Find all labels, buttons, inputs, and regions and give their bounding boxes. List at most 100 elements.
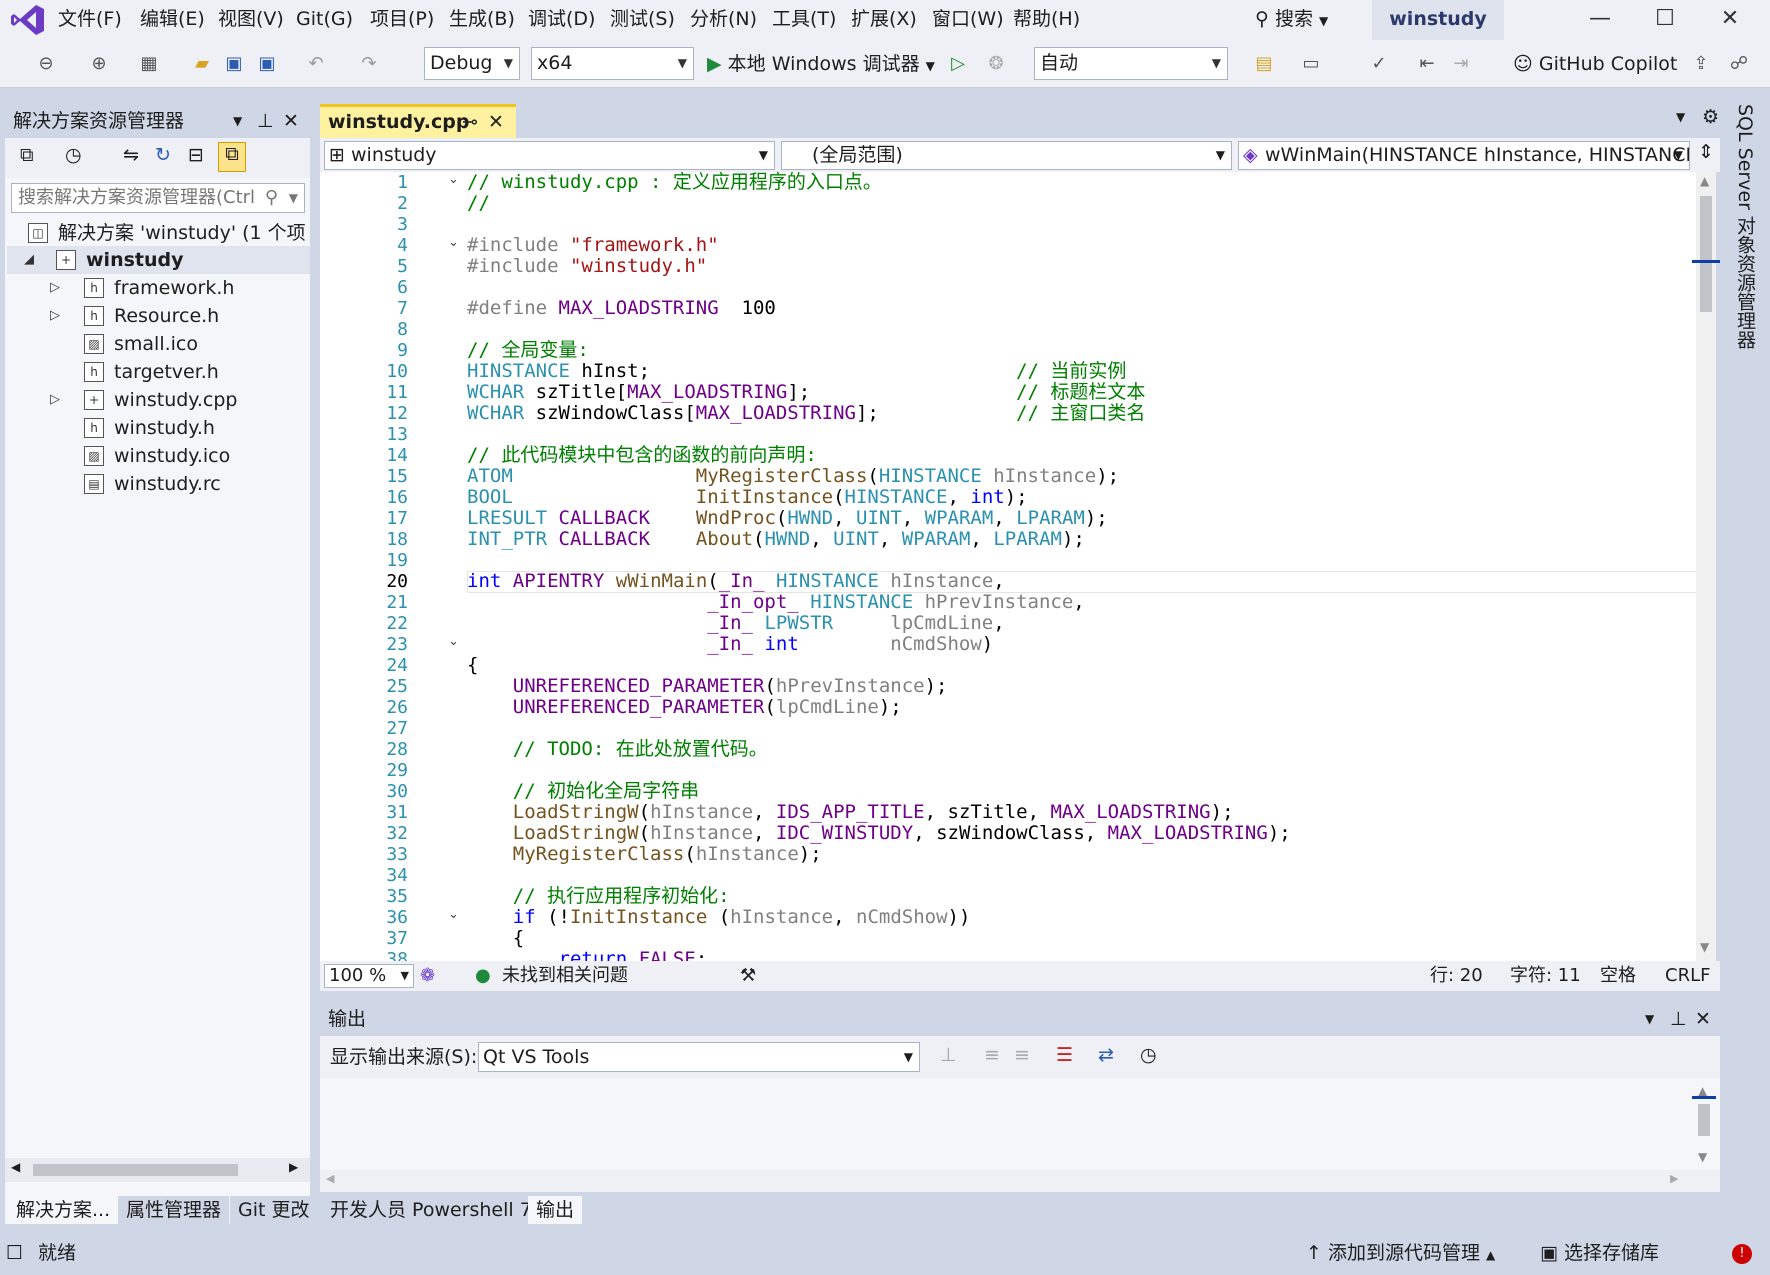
menu-item[interactable]: 分析(N) (682, 0, 765, 40)
fold-collapse-icon[interactable]: ⌄ (448, 235, 459, 250)
zoom-select[interactable]: 100 % ▼ (324, 964, 414, 988)
output-source-select[interactable]: Qt VS Tools ▼ (478, 1042, 920, 1072)
gear-icon[interactable]: ⚙ (1702, 106, 1719, 128)
tree-item[interactable]: ▨ small.ico (80, 330, 198, 358)
sql-server-explorer-tab[interactable]: SQL Server 对象资源管理器 (1732, 104, 1759, 349)
configuration-select[interactable]: Debug ▼ (424, 47, 520, 80)
tree-item[interactable]: ▷ + winstudy.cpp (50, 386, 237, 414)
tree-item[interactable]: ▨ winstudy.ico (80, 442, 230, 470)
tree-item[interactable]: h winstudy.h (80, 414, 215, 442)
tree-item[interactable]: ▷ h Resource.h (50, 302, 219, 330)
notification-icon[interactable]: ☐ (6, 1232, 23, 1275)
solution-bottom-tab[interactable]: Git 更改 (230, 1196, 318, 1224)
fold-collapse-icon[interactable]: ⌄ (448, 907, 459, 922)
chevron-down-icon[interactable]: ▼ (1645, 1002, 1654, 1036)
output-bottom-tab[interactable]: 输出 (528, 1196, 583, 1224)
menu-item[interactable]: 项目(P) (362, 0, 442, 40)
history-icon[interactable]: ◷ (65, 144, 82, 166)
menu-item[interactable]: 文件(F) (50, 0, 130, 40)
scope-nav-select[interactable]: (全局范围) ▼ (781, 141, 1232, 170)
comment-icon[interactable]: ⇤ (1413, 48, 1441, 78)
function-nav-select[interactable]: ◈ wWinMain(HINSTANCE hInstance, HINSTANCE… (1238, 141, 1690, 170)
scroll-thumb[interactable] (1698, 1104, 1710, 1136)
pin-icon[interactable]: ⊸ (462, 107, 478, 137)
back-icon[interactable]: ⊖ (32, 48, 60, 78)
scroll-left-icon[interactable]: ◀ (11, 1160, 20, 1174)
notification-badge[interactable]: ! (1732, 1244, 1752, 1264)
save-all-icon[interactable]: ▣ (253, 48, 281, 78)
close-icon[interactable]: ✕ (488, 107, 504, 137)
output-bottom-tab[interactable]: 开发人员 Powershell 7 (322, 1196, 540, 1224)
open-folder-icon[interactable]: ▰ (188, 48, 216, 78)
menu-item[interactable]: 调试(D) (520, 0, 603, 40)
solution-node[interactable]: ◫ 解决方案 'winstudy' (1 个项目, (28, 219, 308, 247)
forward-icon[interactable]: ⊕ (85, 48, 113, 78)
refresh-icon[interactable]: ↻ (155, 144, 171, 166)
menu-item[interactable]: 测试(S) (602, 0, 683, 40)
menu-item[interactable]: 编辑(E) (132, 0, 213, 40)
save-icon[interactable]: ▣ (220, 48, 248, 78)
vs-icon[interactable]: ⧉ (20, 144, 34, 166)
solution-bottom-tab[interactable]: 解决方案... (8, 1196, 119, 1224)
github-copilot-button[interactable]: ☺ GitHub Copilot (1513, 48, 1677, 80)
start-debugging-button[interactable]: ▶ 本地 Windows 调试器 ▼ (707, 48, 935, 80)
menu-item[interactable]: 视图(V) (210, 0, 292, 40)
show-all-files-icon[interactable]: ⧉ (218, 142, 246, 172)
clear-all-icon[interactable]: ☰ (1056, 1044, 1073, 1066)
chevron-down-icon[interactable]: ▼ (1676, 110, 1685, 124)
code-editor[interactable]: 1 ⌄ 2 3 4 ⌄ 5 6 7 8 9 10 11 12 13 14 15 16 17 18 19 20 21 22 23 ⌄… (320, 172, 1700, 961)
redo-icon[interactable]: ↷ (355, 48, 383, 78)
scroll-thumb[interactable] (1700, 196, 1712, 312)
pin-icon[interactable]: ⊥ (257, 104, 274, 138)
goto-error-icon[interactable]: ⊥ (940, 1044, 957, 1066)
undo-icon[interactable]: ↶ (302, 48, 330, 78)
char-indicator[interactable]: 字符: 11 (1510, 961, 1581, 991)
expand-arrow-icon[interactable]: ▷ (50, 274, 60, 302)
uncomment-icon[interactable]: ⇥ (1447, 48, 1475, 78)
layout-icon[interactable]: ▭ (1297, 48, 1325, 78)
platform-select[interactable]: x64 ▼ (531, 47, 694, 80)
pin-icon[interactable]: ⊥ (1670, 1002, 1687, 1036)
output-hscrollbar[interactable]: ◀ ▶ (320, 1170, 1720, 1192)
search-button[interactable]: ⚲ 搜索 ▼ (1255, 0, 1328, 40)
clock-icon[interactable]: ◷ (1140, 1044, 1157, 1066)
menu-item[interactable]: 窗口(W) (924, 0, 1012, 40)
vertical-scrollbar[interactable]: ▲ ▼ (1692, 172, 1720, 961)
project-node[interactable]: ◢ + winstudy (24, 246, 184, 274)
close-button[interactable]: ✕ (1700, 0, 1760, 40)
fold-collapse-icon[interactable]: ⌄ (448, 634, 459, 649)
next-message-icon[interactable]: ≡ (1014, 1044, 1030, 1066)
maximize-button[interactable]: ☐ (1635, 0, 1695, 40)
close-icon[interactable]: ✕ (283, 104, 299, 138)
close-icon[interactable]: ✕ (1695, 1002, 1711, 1036)
issues-status[interactable]: 未找到相关问题 (502, 961, 628, 991)
scroll-right-icon[interactable]: ▶ (289, 1160, 298, 1174)
menu-item[interactable]: 帮助(H) (1005, 0, 1088, 40)
whitespace-indicator[interactable]: 空格 (1600, 961, 1636, 991)
tree-item[interactable]: ▷ h framework.h (50, 274, 234, 302)
brush-icon[interactable]: ⚒ (740, 961, 756, 991)
minimize-button[interactable]: — (1570, 0, 1630, 40)
scroll-down-icon[interactable]: ▼ (1698, 1150, 1707, 1164)
menu-item[interactable]: 工具(T) (764, 0, 844, 40)
tree-item[interactable]: ▤ winstudy.rc (80, 470, 221, 498)
sync-icon[interactable]: ⇋ (123, 144, 139, 166)
collapse-all-icon[interactable]: ⊟ (188, 144, 204, 166)
scroll-up-icon[interactable]: ▲ (1700, 174, 1709, 188)
visual-studio-logo-icon[interactable] (10, 3, 46, 37)
tree-item[interactable]: h targetver.h (80, 358, 219, 386)
menu-item[interactable]: 生成(B) (441, 0, 523, 40)
expand-arrow-icon[interactable]: ▷ (50, 302, 60, 330)
horizontal-scrollbar[interactable]: ◀ ▶ (5, 1158, 310, 1182)
line-indicator[interactable]: 行: 20 (1430, 961, 1483, 991)
scroll-right-icon[interactable]: ▶ (1670, 1172, 1678, 1185)
select-repo-button[interactable]: ▣ 选择存储库 (1540, 1232, 1659, 1275)
feedback-icon[interactable]: ☍ (1725, 48, 1753, 78)
start-without-debugging-icon[interactable]: ▷ (944, 48, 972, 78)
menu-item[interactable]: Git(G) (288, 0, 361, 40)
scroll-thumb[interactable] (33, 1164, 238, 1176)
scroll-left-icon[interactable]: ◀ (326, 1172, 334, 1185)
hot-reload-icon[interactable]: ❂ (982, 48, 1010, 78)
share-icon[interactable]: ⇪ (1687, 48, 1715, 78)
spell-check-icon[interactable]: ✓ (1365, 48, 1393, 78)
